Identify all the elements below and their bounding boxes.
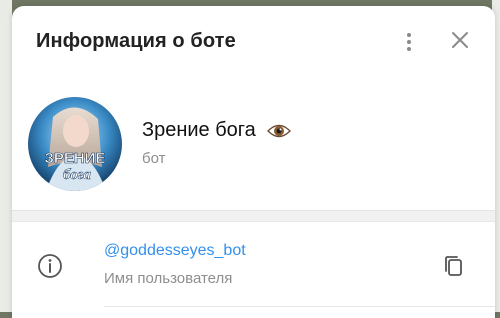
- modal-title: Информация о боте: [36, 30, 236, 52]
- bot-info-modal: Информация о боте ЗРЕНИЕ бога Зрение бог…: [12, 6, 495, 318]
- username-link[interactable]: @goddesseyes_bot: [104, 242, 246, 260]
- row-divider: [104, 306, 495, 307]
- bot-name-text: Зрение бога: [142, 119, 256, 141]
- eye-emoji-icon: [267, 124, 292, 137]
- close-icon[interactable]: [448, 28, 472, 52]
- username-label: Имя пользователя: [104, 270, 233, 287]
- copy-icon[interactable]: [442, 254, 466, 278]
- background-panel-left: [0, 0, 12, 312]
- avatar[interactable]: ЗРЕНИЕ бога: [28, 97, 122, 191]
- more-vertical-icon: [407, 33, 411, 37]
- avatar-title-text: ЗРЕНИЕ: [44, 150, 105, 167]
- avatar-subtitle-text: бога: [63, 167, 91, 183]
- more-dot: [407, 47, 411, 51]
- bot-profile: ЗРЕНИЕ бога Зрение бога бот: [12, 92, 495, 202]
- bot-type-label: бот: [142, 150, 166, 167]
- more-dot: [407, 40, 411, 44]
- bot-name: Зрение бога: [142, 119, 292, 142]
- section-divider: [12, 210, 495, 222]
- modal-header: Информация о боте: [12, 6, 495, 76]
- username-row[interactable]: @goddesseyes_bot Имя пользователя: [12, 230, 495, 300]
- info-icon: [38, 254, 62, 278]
- more-options-button[interactable]: [395, 28, 423, 56]
